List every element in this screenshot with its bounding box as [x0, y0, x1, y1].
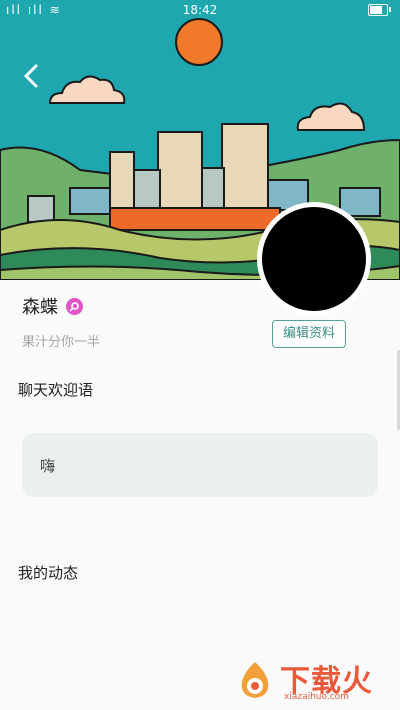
- battery-icon: [368, 4, 391, 16]
- search-icon: [66, 297, 83, 315]
- status-bar: ıll ıll ≋ 18:42: [0, 0, 400, 20]
- back-button[interactable]: [16, 60, 48, 92]
- moments-section-title: 我的动态: [18, 564, 79, 582]
- status-time: 18:42: [182, 3, 218, 17]
- edit-profile-button[interactable]: 编辑资料: [272, 320, 346, 348]
- profile-name: 森蝶: [22, 297, 58, 318]
- name-row: 森蝶: [22, 293, 83, 319]
- watermark-subtext: xiazaihuo.com: [284, 692, 349, 702]
- battery-level: [370, 6, 382, 14]
- greeting-message-card[interactable]: 嗨: [22, 433, 378, 497]
- flame-logo-icon: [241, 662, 269, 698]
- greeting-text: 嗨: [40, 457, 56, 475]
- greeting-section-title: 聊天欢迎语: [18, 381, 94, 399]
- profile-signature: 果汁分你一半: [22, 335, 101, 350]
- watermark-logo: 下载火 xiazaihuo.com: [234, 658, 394, 706]
- avatar[interactable]: [257, 202, 371, 316]
- chevron-left-icon: [24, 64, 38, 88]
